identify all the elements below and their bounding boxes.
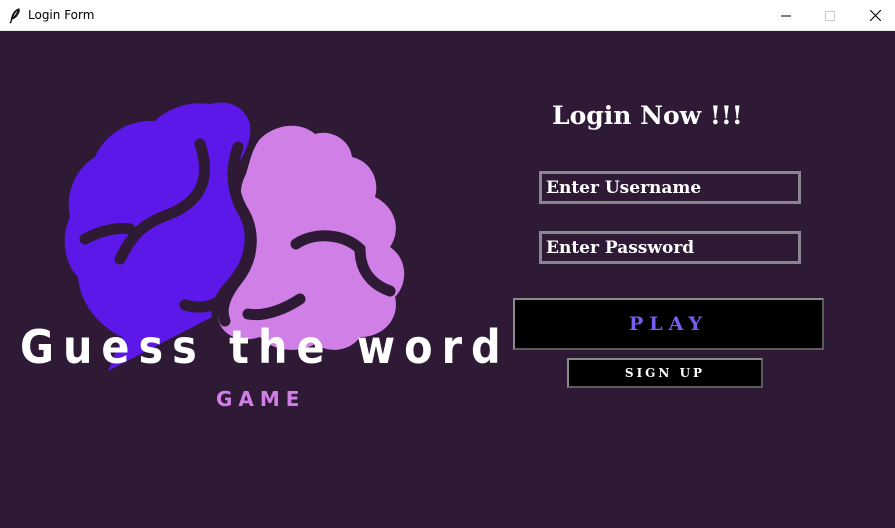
minimize-button[interactable] <box>763 0 809 31</box>
play-button[interactable]: PLAY <box>513 298 824 350</box>
logo-subtitle: GAME <box>216 387 306 411</box>
window-title: Login Form <box>28 8 95 22</box>
login-heading: Login Now !!! <box>552 101 743 130</box>
sign-up-button[interactable]: SIGN UP <box>567 358 763 388</box>
window-titlebar: Login Form <box>0 0 895 31</box>
login-window-body: Guess the word GAME Login Now !!! PLAY S… <box>0 31 895 528</box>
password-input[interactable] <box>539 231 801 264</box>
username-input[interactable] <box>539 171 801 204</box>
minimize-icon <box>781 15 791 16</box>
feather-icon <box>9 8 21 24</box>
logo-title: Guess the word <box>20 320 510 374</box>
close-button[interactable] <box>852 0 895 31</box>
maximize-button[interactable] <box>807 0 853 31</box>
maximize-icon <box>825 10 835 21</box>
close-icon <box>869 10 881 21</box>
